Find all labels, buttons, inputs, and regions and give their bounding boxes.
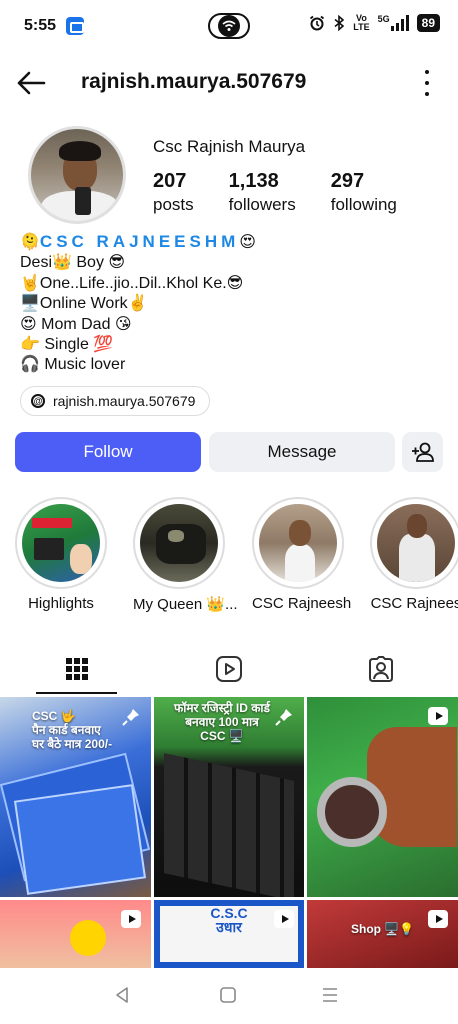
header-username: rajnish.maurya.507679 bbox=[81, 70, 307, 93]
bio-title: CSC RAJNEESHM bbox=[39, 232, 240, 251]
hotspot-pill bbox=[208, 13, 250, 39]
profile-header: rajnish.maurya.507679 bbox=[0, 58, 458, 108]
post-caption: फॉमर रजिस्ट्री ID कार्ड बनवाए 100 मात्र … bbox=[174, 701, 270, 743]
post-caption: CSC 🤟 पैन कार्ड बनवाए घर बैठे मात्र 200/… bbox=[32, 709, 113, 751]
highlight-item[interactable]: Highlights bbox=[15, 497, 107, 612]
stat-posts[interactable]: 207 posts bbox=[153, 170, 194, 215]
status-time: 5:55 bbox=[24, 17, 57, 34]
highlight-label: CSC Rajnees bbox=[370, 595, 458, 612]
highlight-label: Highlights bbox=[28, 595, 94, 612]
grid-icon bbox=[66, 658, 88, 680]
followers-count: 1,138 bbox=[228, 170, 279, 192]
threads-icon: @ bbox=[31, 394, 45, 408]
highlight-item[interactable]: My Queen 👑... bbox=[133, 497, 238, 613]
bio-title-line: 🫠CSC RAJNEESHM😍 bbox=[20, 232, 256, 251]
post-caption: C.S.C उधार bbox=[210, 905, 248, 935]
highlight-label: My Queen 👑... bbox=[133, 596, 238, 613]
post-thumbnail[interactable] bbox=[0, 900, 151, 968]
highlight-label: CSC Rajneesh bbox=[252, 595, 352, 612]
suggested-users-button[interactable] bbox=[402, 432, 443, 472]
post-thumbnail[interactable]: C.S.C उधार bbox=[154, 900, 304, 968]
bluetooth-icon bbox=[334, 15, 345, 31]
profile-stats: 207 posts 1,138 followers 297 following bbox=[153, 170, 432, 215]
stat-following[interactable]: 297 following bbox=[331, 170, 397, 215]
display-name: Csc Rajnish Maurya bbox=[153, 137, 306, 156]
profile-tabs bbox=[0, 644, 458, 694]
avatar[interactable] bbox=[28, 126, 126, 224]
reels-icon bbox=[216, 656, 242, 682]
posts-label: posts bbox=[153, 195, 194, 214]
system-nav-bar bbox=[0, 968, 458, 1024]
tab-reels[interactable] bbox=[188, 644, 270, 694]
post-thumbnail[interactable]: Shop 🖥️💡 bbox=[307, 900, 458, 968]
posts-grid: CSC 🤟 पैन कार्ड बनवाए घर बैठे मात्र 200/… bbox=[0, 697, 458, 968]
reel-icon bbox=[428, 910, 448, 928]
highlight-item[interactable]: CSC Rajneesh bbox=[252, 497, 352, 612]
nav-home-icon[interactable] bbox=[219, 986, 237, 1004]
reel-icon bbox=[428, 707, 448, 725]
nav-back-icon[interactable] bbox=[114, 986, 130, 1004]
reel-icon bbox=[121, 910, 141, 928]
active-tab-indicator bbox=[36, 692, 117, 694]
threads-link[interactable]: @ rajnish.maurya.507679 bbox=[20, 386, 211, 416]
bio-line: 🖥️Online Work✌️ bbox=[20, 295, 148, 313]
add-person-icon bbox=[411, 442, 434, 462]
stat-followers[interactable]: 1,138 followers bbox=[229, 170, 296, 215]
post-thumbnail[interactable] bbox=[307, 697, 458, 897]
nav-recents-icon[interactable] bbox=[321, 986, 339, 1004]
tab-posts-grid[interactable] bbox=[36, 644, 118, 694]
posts-count: 207 bbox=[153, 170, 187, 192]
back-arrow-icon[interactable] bbox=[14, 66, 48, 100]
wifi-icon bbox=[218, 15, 240, 37]
bio-line: 👉 Single 💯 bbox=[20, 336, 114, 354]
status-bar: 5:55 Vo LTE 5G 89 bbox=[0, 0, 458, 52]
threads-handle: rajnish.maurya.507679 bbox=[53, 393, 196, 409]
post-thumbnail[interactable]: फॉमर रजिस्ट्री ID कार्ड बनवाए 100 मात्र … bbox=[154, 697, 304, 897]
status-icons: Vo LTE 5G 89 bbox=[309, 14, 440, 32]
battery-icon: 89 bbox=[416, 14, 440, 32]
message-button[interactable]: Message bbox=[209, 432, 395, 472]
post-caption: Shop 🖥️💡 bbox=[351, 922, 415, 936]
app-notification-icon bbox=[66, 17, 85, 35]
following-label: following bbox=[330, 195, 397, 214]
signal-icon: 5G bbox=[378, 15, 409, 31]
following-count: 297 bbox=[330, 170, 365, 192]
bio-line: Desi👑 Boy 😎 bbox=[20, 254, 126, 272]
reel-icon bbox=[274, 910, 294, 928]
pin-icon bbox=[122, 709, 139, 726]
bio-line: 🤘One..Life..jio..Dil..Khol Ke.😎 bbox=[20, 274, 244, 292]
followers-label: followers bbox=[228, 195, 296, 214]
highlight-item[interactable]: CSC Rajnees bbox=[370, 497, 458, 612]
alarm-icon bbox=[310, 15, 325, 31]
bio-line: 🎧 Music lover bbox=[20, 356, 126, 374]
follow-button[interactable]: Follow bbox=[15, 432, 201, 472]
pin-icon bbox=[275, 709, 292, 726]
tab-tagged[interactable] bbox=[340, 644, 422, 694]
more-options-icon[interactable] bbox=[424, 70, 430, 96]
volte-icon: Vo LTE bbox=[353, 13, 370, 32]
bio-line: 😍 Mom Dad 😘 bbox=[20, 315, 132, 333]
post-thumbnail[interactable]: CSC 🤟 पैन कार्ड बनवाए घर बैठे मात्र 200/… bbox=[0, 697, 151, 897]
profile-bio: 🫠CSC RAJNEESHM😍 Desi👑 Boy 😎 🤘One..Life..… bbox=[20, 232, 256, 376]
tagged-icon bbox=[369, 656, 393, 682]
